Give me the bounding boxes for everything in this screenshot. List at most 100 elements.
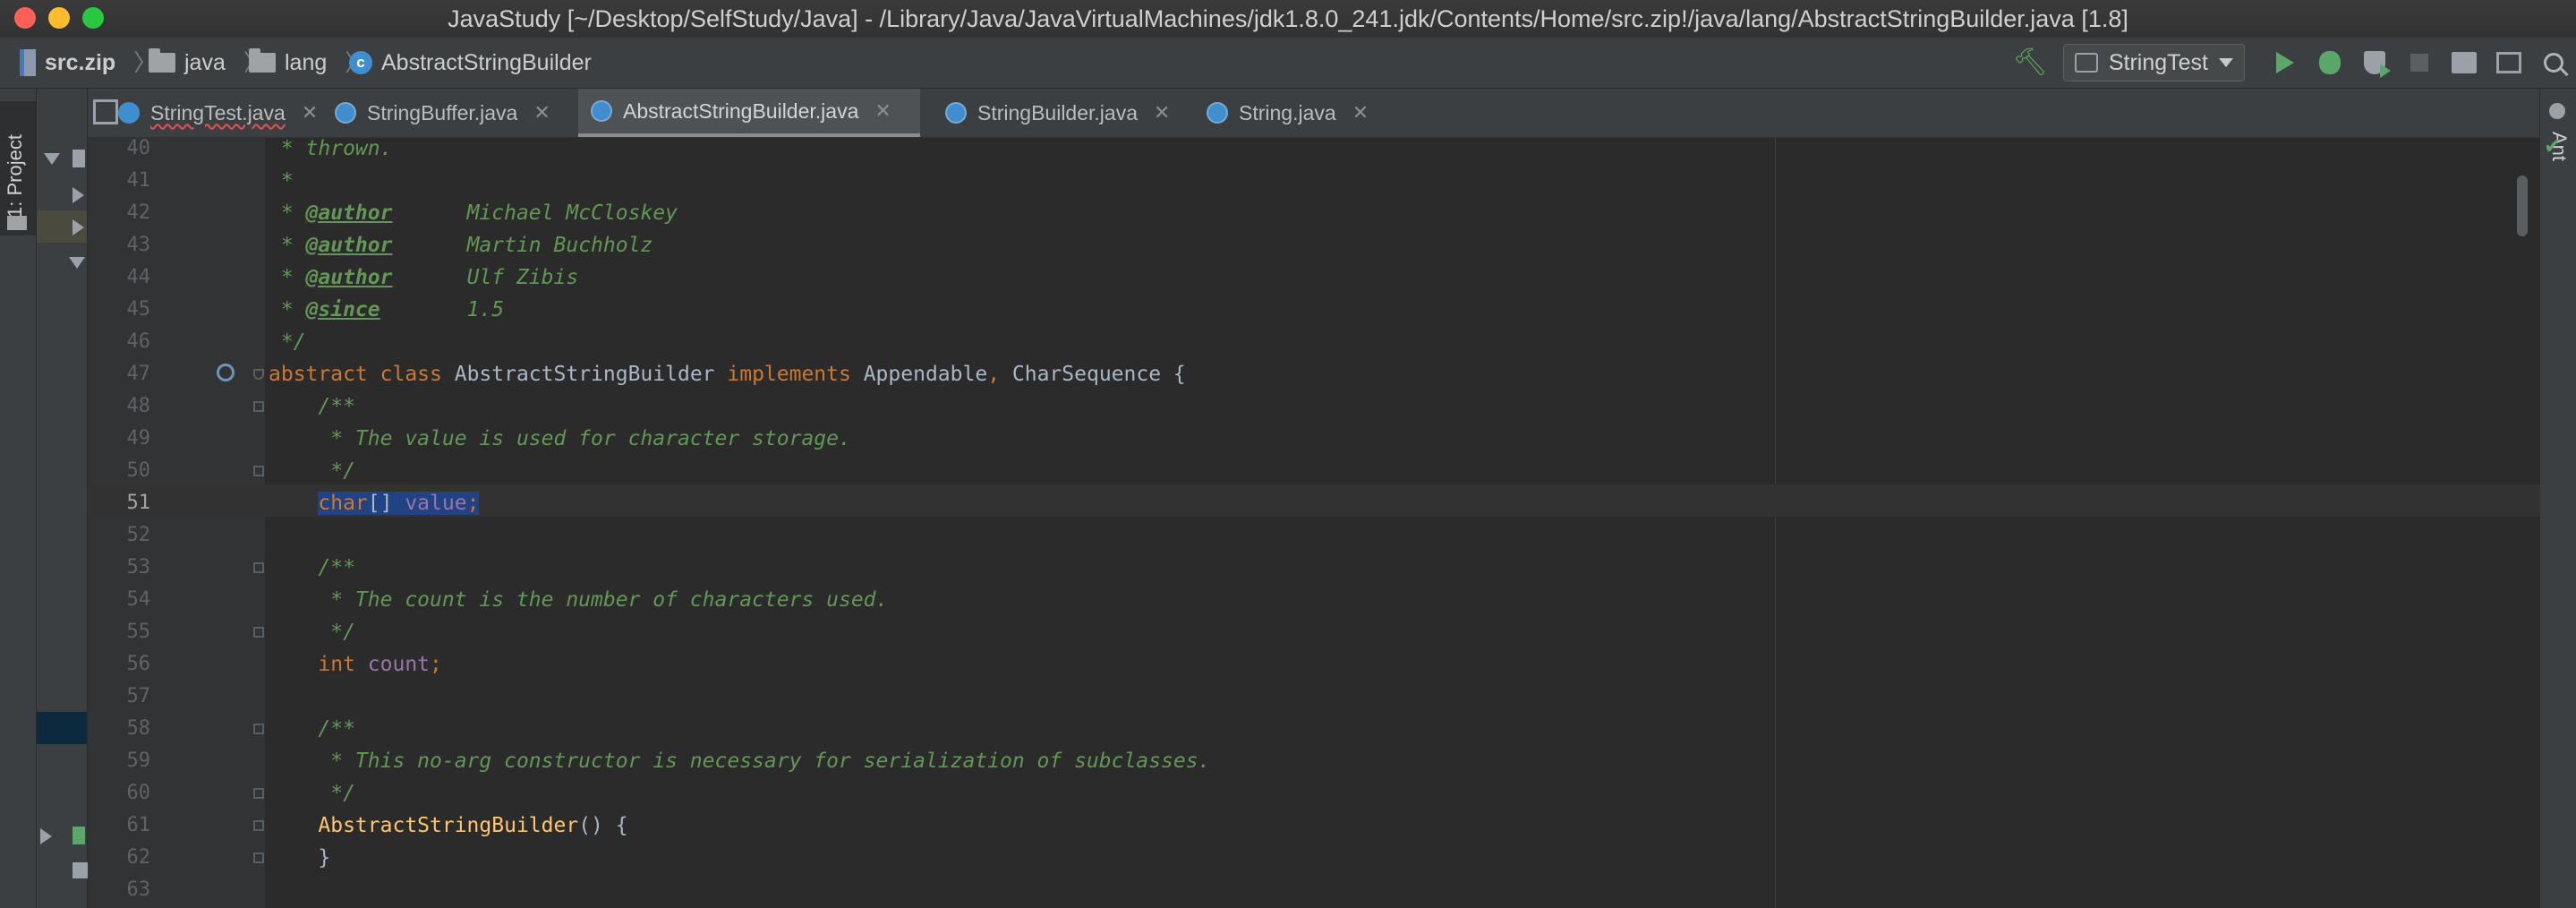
ant-icon[interactable] [2549, 103, 2565, 119]
close-icon[interactable]: ✕ [302, 101, 318, 124]
code-line[interactable]: * This no-arg constructor is necessary f… [269, 745, 1210, 777]
breadcrumb-src-zip[interactable]: src.zip 〉 [20, 38, 157, 88]
close-icon[interactable]: ✕ [1154, 101, 1170, 124]
tree-row[interactable] [37, 178, 87, 210]
run-button[interactable] [2263, 38, 2307, 88]
chevron-down-icon[interactable] [44, 153, 60, 165]
run-with-coverage-button[interactable] [2352, 38, 2397, 88]
comment: Martin Buchholz [392, 234, 653, 257]
type-name: CharSequence { [1000, 363, 1186, 386]
line-number: 44 [126, 266, 151, 288]
code-line-current[interactable]: char[] value; [269, 487, 480, 519]
code-line[interactable]: * The count is the number of characters … [269, 584, 888, 616]
comment: Michael McCloskey [392, 201, 678, 225]
code-line[interactable]: int count; [269, 648, 442, 681]
class-name: AbstractStringBuilder [441, 363, 728, 386]
code-line[interactable]: * thrown. [269, 133, 393, 165]
comment: */ [269, 782, 355, 805]
debug-button[interactable] [2307, 38, 2352, 88]
search-everywhere-button[interactable] [2531, 38, 2576, 88]
window-icon [2496, 52, 2521, 73]
tree-row[interactable] [37, 246, 87, 278]
project-structure-icon [2452, 52, 2477, 73]
code-line[interactable]: * @author Michael McCloskey [269, 197, 678, 229]
fold-marker-icon[interactable] [253, 820, 264, 831]
fold-marker-icon[interactable] [253, 627, 264, 638]
tree-row[interactable] [37, 142, 87, 175]
comment: * This no-arg constructor is necessary f… [269, 750, 1211, 773]
fold-marker-icon[interactable] [253, 369, 264, 380]
code-line[interactable]: /** [269, 552, 355, 584]
comment: /** [269, 395, 355, 418]
right-tool-strip: Ant [2539, 89, 2576, 908]
build-hammer-icon[interactable]: 🔨︎ [2013, 47, 2047, 79]
stop-button[interactable] [2397, 38, 2442, 88]
code-line[interactable]: * @since 1.5 [269, 294, 504, 326]
code-line[interactable]: * @author Martin Buchholz [269, 229, 653, 261]
tree-row-selected[interactable] [37, 210, 87, 243]
class-icon [1207, 102, 1228, 124]
comment: * [269, 234, 306, 257]
line-number: 50 [126, 459, 151, 482]
code-line[interactable]: } [269, 842, 330, 874]
tree-row[interactable] [37, 855, 89, 887]
field-name: count [367, 653, 431, 676]
line-number: 49 [126, 427, 151, 450]
code-line[interactable]: */ [269, 326, 306, 358]
tab-stringbuffer[interactable]: StringBuffer.java ✕ [322, 89, 563, 137]
line-number: 60 [126, 782, 151, 804]
run-configuration-select[interactable]: StringTest [2062, 44, 2245, 81]
line-number: 42 [126, 201, 151, 224]
field-name: value [405, 492, 467, 515]
code-line[interactable]: * [269, 165, 294, 197]
line-number: 56 [126, 653, 151, 675]
fold-marker-icon[interactable] [253, 852, 264, 863]
code-line[interactable]: /** [269, 713, 355, 745]
tab-abstractstringbuilder[interactable]: AbstractStringBuilder.java ✕ [578, 89, 920, 137]
close-icon[interactable]: ✕ [1352, 101, 1369, 124]
code-line[interactable]: abstract class AbstractStringBuilder imp… [269, 358, 1186, 390]
code-line[interactable]: */ [269, 455, 355, 487]
punctuation: () { [578, 814, 628, 837]
close-icon[interactable]: ✕ [874, 99, 891, 123]
code-line[interactable]: */ [269, 616, 355, 648]
presentation-mode-button[interactable] [2486, 38, 2531, 88]
no-problems-check-icon[interactable]: ✔︎ [2544, 136, 2563, 158]
chevron-right-icon[interactable] [73, 219, 84, 236]
code-line[interactable]: /** [269, 390, 355, 423]
code-line[interactable]: * @author Ulf Zibis [269, 261, 578, 294]
comment: Ulf Zibis [392, 266, 579, 289]
fold-marker-icon[interactable] [253, 562, 264, 573]
chevron-right-icon[interactable] [40, 828, 52, 844]
breadcrumb-class[interactable]: c AbstractStringBuilder [349, 38, 592, 88]
code-line[interactable]: */ [269, 777, 355, 809]
javadoc-tag: @author [305, 201, 393, 225]
line-number: 61 [126, 814, 151, 836]
tab-stringtest[interactable]: StringTest.java ✕ [106, 89, 330, 137]
code-line[interactable]: AbstractStringBuilder() { [269, 809, 628, 842]
comment: * [269, 266, 306, 289]
fold-marker-icon[interactable] [253, 788, 264, 799]
tree-row-highlighted[interactable] [37, 712, 87, 744]
class-icon [118, 102, 140, 124]
fold-marker-icon[interactable] [253, 466, 264, 476]
project-tool-window-tab[interactable]: 1: Project [0, 101, 36, 236]
fold-marker-icon[interactable] [253, 401, 264, 412]
line-number: 54 [126, 588, 151, 611]
chevron-down-icon[interactable] [69, 257, 85, 269]
editor-scrollbar[interactable] [2517, 176, 2528, 236]
project-structure-button[interactable] [2442, 38, 2486, 88]
close-icon[interactable]: ✕ [533, 101, 550, 124]
tree-row[interactable] [37, 819, 87, 852]
implements-gutter-icon[interactable] [217, 364, 235, 381]
line-number: 52 [126, 524, 151, 546]
tab-string[interactable]: String.java ✕ [1194, 89, 1381, 137]
tab-stringbuilder[interactable]: StringBuilder.java ✕ [933, 89, 1182, 137]
chevron-right-icon[interactable] [73, 187, 84, 203]
fold-marker-icon[interactable] [253, 724, 264, 734]
module-icon [73, 150, 85, 167]
line-number: 41 [126, 169, 151, 192]
code-line[interactable]: * The value is used for character storag… [269, 423, 851, 455]
